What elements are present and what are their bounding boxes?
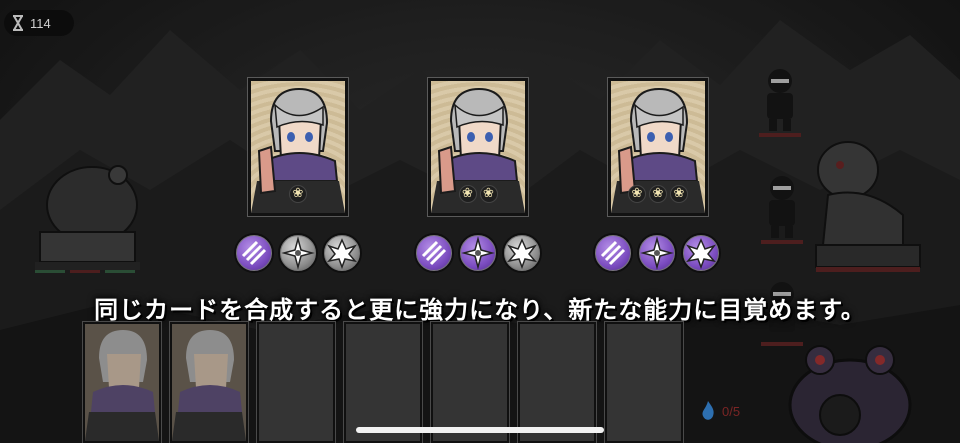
star-rank: ❀ [251,185,345,203]
kunai-icon [241,240,267,266]
skill-row-2 [414,233,542,273]
hand-slot-6[interactable] [518,322,596,443]
hand-slot-3[interactable] [257,322,335,443]
skill-row-3 [593,233,721,273]
ninja-card-2[interactable]: ❀ ❀ [428,78,528,216]
timer-badge: 114 [4,10,74,36]
home-indicator[interactable] [356,427,604,433]
star-icon: ❀ [289,185,307,203]
burst-skill-orb[interactable] [681,233,721,273]
burst-icon [685,238,717,270]
timer-value: 114 [30,15,51,31]
star-rank: ❀ ❀ ❀ [611,185,705,203]
ninja-card-1[interactable]: ❀ [248,78,348,216]
star-icon: ❀ [649,185,667,203]
burst-skill-orb[interactable] [502,233,542,273]
kunai-icon [600,240,626,266]
burst-icon [326,238,358,270]
shuriken-icon [640,236,674,270]
burst-icon [506,238,538,270]
star-icon: ❀ [670,185,688,203]
kunai-skill-orb[interactable] [593,233,633,273]
wave-counter: 0/5 [700,400,740,422]
star-icon: ❀ [479,185,498,203]
kunai-skill-orb[interactable] [414,233,454,273]
shuriken-skill-orb[interactable] [278,233,318,273]
wave-count: 0/5 [722,403,741,419]
star-icon: ❀ [628,185,646,203]
hand-slot-1[interactable] [83,322,161,443]
ninja-card-3[interactable]: ❀ ❀ ❀ [608,78,708,216]
kunai-skill-orb[interactable] [234,233,274,273]
hand-slot-7[interactable] [605,322,683,443]
hand-slot-5[interactable] [431,322,509,443]
shuriken-skill-orb[interactable] [637,233,677,273]
hourglass-icon [13,15,23,31]
ninja-portrait [172,330,246,441]
star-icon: ❀ [458,185,477,203]
ninja-portrait [85,330,159,441]
tutorial-message: 同じカードを合成すると更に強力になり、新たな能力に目覚めます。 [94,296,866,324]
burst-skill-orb[interactable] [322,233,362,273]
flame-icon [702,401,714,420]
shuriken-skill-orb[interactable] [458,233,498,273]
hand-slot-2[interactable] [170,322,248,443]
shuriken-icon [461,236,495,270]
skill-row-1 [234,233,362,273]
hand-slot-4[interactable] [344,322,422,443]
star-rank: ❀ ❀ [431,185,525,203]
shuriken-icon [281,236,315,270]
kunai-icon [421,240,447,266]
